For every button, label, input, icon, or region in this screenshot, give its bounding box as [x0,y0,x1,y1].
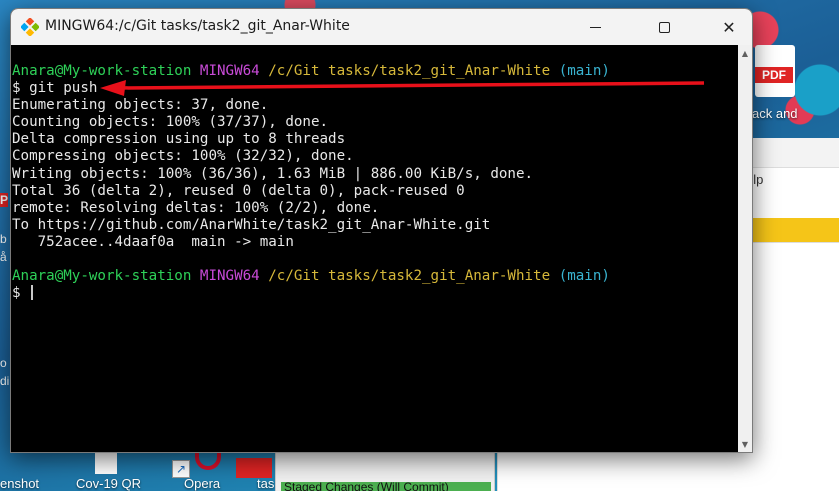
pdf-badge: PDF [755,67,793,83]
background-app-window: elp [738,138,839,491]
prompt-line: Anara@My-work-station MINGW64 /c/Git tas… [12,63,738,80]
close-button[interactable]: ✕ [706,9,752,45]
vertical-scrollbar[interactable]: ▲ ▼ [738,45,752,452]
staged-changes-label: Staged Changes (Will Commit) [284,480,449,491]
prompt-path: /c/Git tasks/task2_git_Anar-White [268,63,551,79]
output-line: Compressing objects: 100% (32/32), done. [12,148,354,165]
output-line: Delta compression using up to 8 threads [12,131,346,148]
output-line: Enumerating objects: 37, done. [12,97,269,114]
qr-document-icon[interactable] [95,452,117,474]
pdf-file-icon[interactable]: PDF [755,45,795,97]
desktop-icon-label[interactable]: Cov-19 QR [76,476,141,491]
text-cursor [30,285,33,301]
prompt-line: Anara@My-work-station MINGW64 /c/Git tas… [12,268,738,285]
window-title: MINGW64:/c/Git tasks/task2_git_Anar-Whit… [45,18,350,34]
background-app-toolbar [738,138,839,168]
title-bar[interactable]: MINGW64:/c/Git tasks/task2_git_Anar-Whit… [11,9,752,45]
prompt-user-host: Anara@My-work-station [12,63,192,79]
red-app-icon[interactable] [236,458,272,478]
desktop-icon-label[interactable]: enshot [0,476,39,491]
minimize-icon [589,26,601,28]
output-line: Writing objects: 100% (36/36), 1.63 MiB … [12,165,534,182]
prompt-branch: (main) [558,63,610,79]
git-bash-icon [21,18,39,36]
close-icon: ✕ [722,17,736,37]
left-letter: å [0,250,7,264]
output-line: 752acee..4daaf0a main -> main [12,233,294,250]
terminal-output[interactable]: Anara@My-work-station MINGW64 /c/Git tas… [11,45,738,452]
scroll-up-icon[interactable]: ▲ [740,49,750,59]
left-letter: b [0,232,7,246]
pdf-file-label[interactable]: ack and [752,106,798,121]
input-line[interactable]: $ [12,285,738,302]
left-letter: di [0,374,10,388]
left-pdf-icon[interactable]: P [0,193,9,207]
minimize-button[interactable] [572,9,618,45]
output-line: Counting objects: 100% (37/37), done. [12,114,329,131]
output-line: Total 36 (delta 2), reused 0 (delta 0), … [12,182,465,199]
input-prompt: $ [12,285,21,302]
desktop-icon-label[interactable]: Opera [184,476,220,491]
maximize-icon [658,21,670,33]
background-app-bottom [497,452,839,491]
background-app-highlight-bar [738,218,839,242]
maximize-button[interactable] [641,9,687,45]
output-line: remote: Resolving deltas: 100% (2/2), do… [12,199,380,216]
prompt-path: /c/Git tasks/task2_git_Anar-White [268,268,551,285]
prompt-shell: MINGW64 [199,268,260,285]
prompt-branch: (main) [558,268,610,285]
output-line: To https://github.com/AnarWhite/task2_gi… [12,216,491,233]
command-line: $ git push [12,80,98,97]
left-letter: o [0,356,7,370]
prompt-user-host: Anara@My-work-station [12,268,192,285]
prompt-shell: MINGW64 [199,63,260,79]
desktop-icon-label[interactable]: tas [257,476,274,491]
scroll-down-icon[interactable]: ▼ [740,440,750,450]
background-git-gui-window: Staged Changes (Will Commit) [275,452,495,491]
terminal-window[interactable]: MINGW64:/c/Git tasks/task2_git_Anar-Whit… [10,8,753,453]
divider [738,242,839,243]
